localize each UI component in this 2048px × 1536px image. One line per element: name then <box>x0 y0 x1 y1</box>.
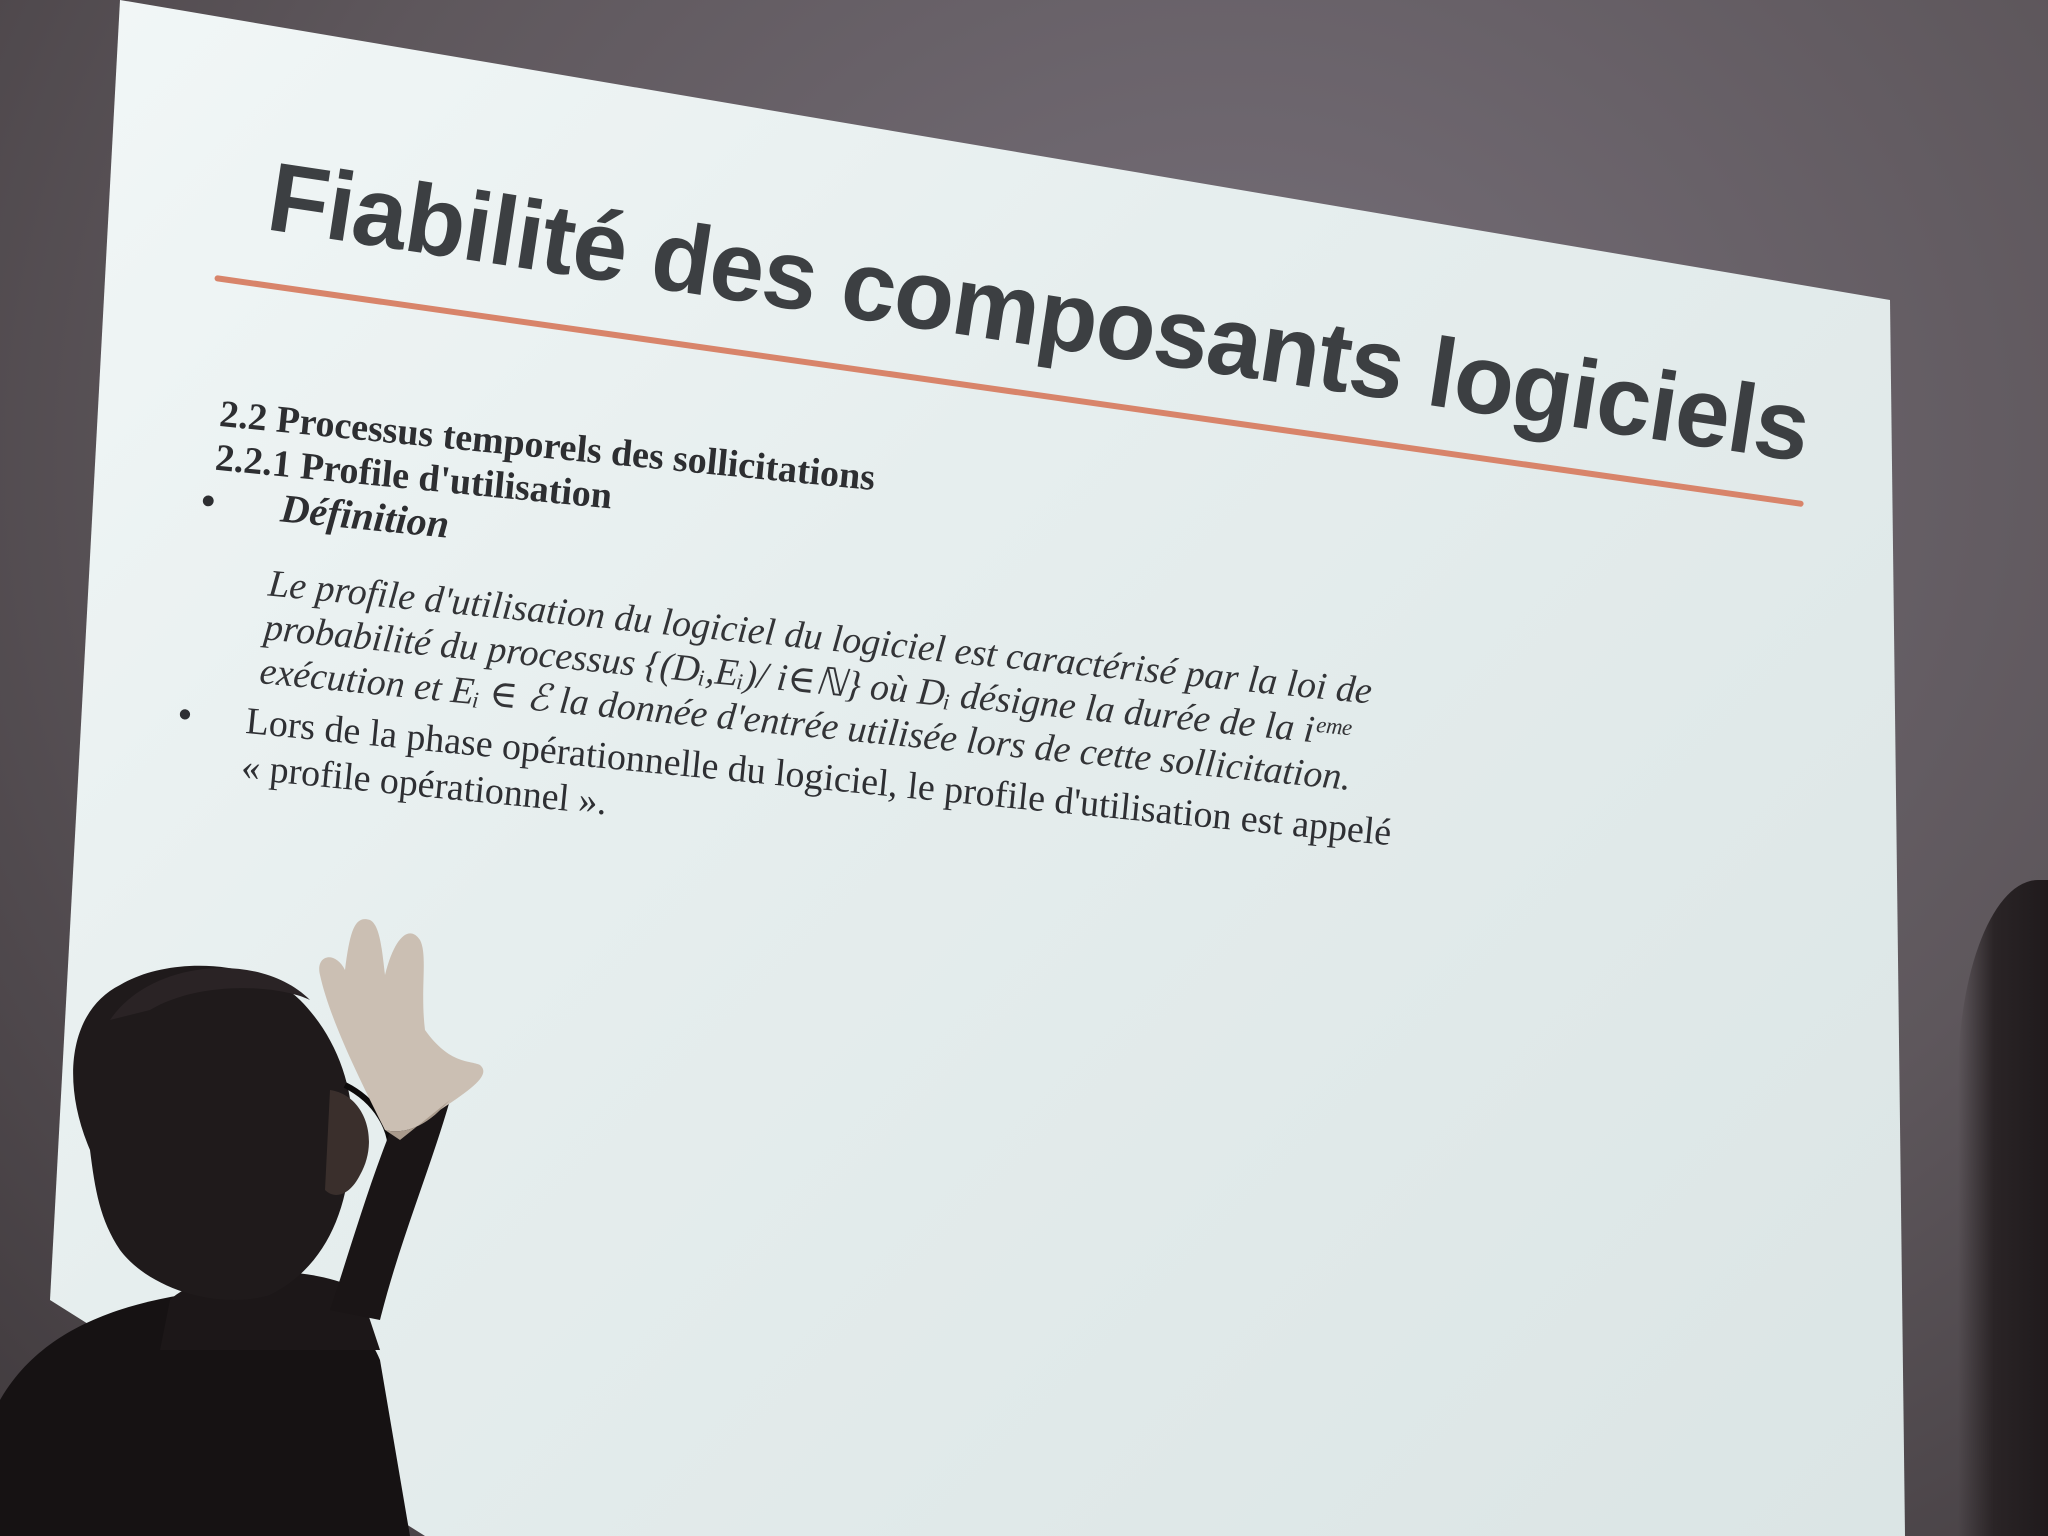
bullet-icon: • <box>199 477 218 524</box>
audience-shoulder <box>1958 880 2048 1536</box>
projection-screen: Fiabilité des composants logiciels 2.2 P… <box>50 0 1905 1536</box>
slide-body: 2.2 Processus temporels des sollicitatio… <box>176 392 1735 932</box>
room-background: Fiabilité des composants logiciels 2.2 P… <box>0 0 2048 1536</box>
bullet-icon: • <box>176 693 194 737</box>
slide: Fiabilité des composants logiciels 2.2 P… <box>50 0 1905 1536</box>
